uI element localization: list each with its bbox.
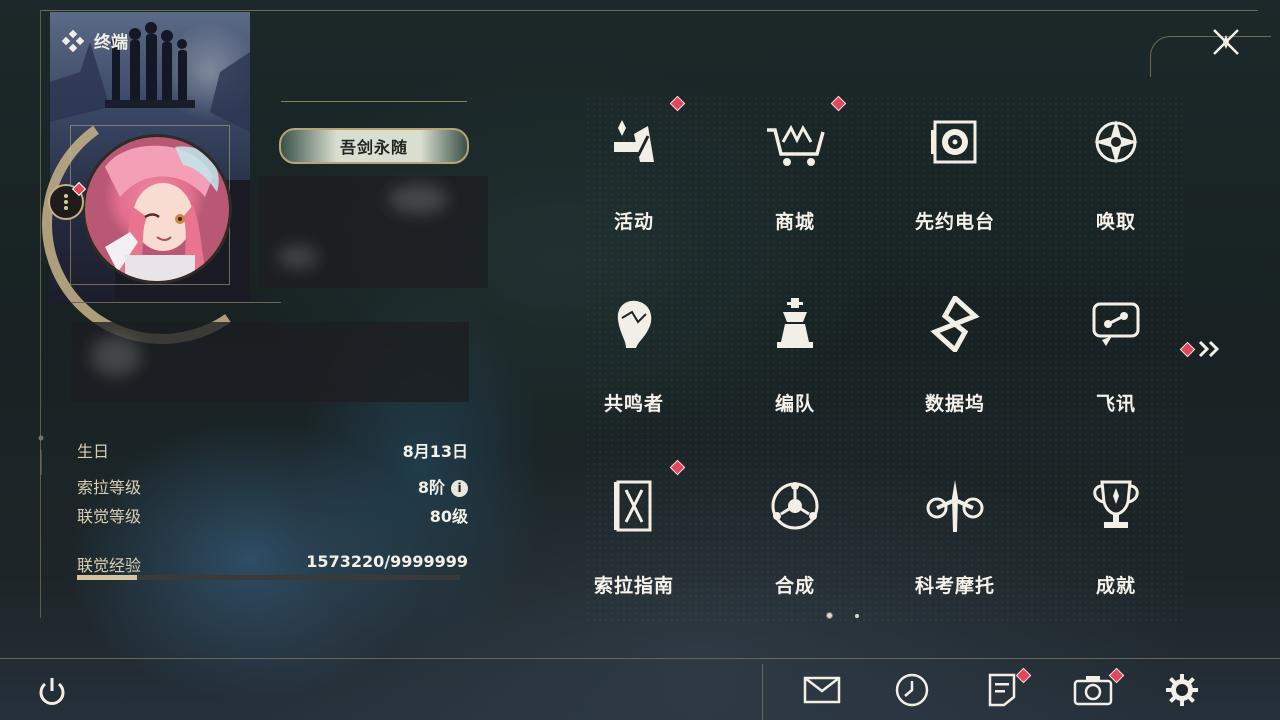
camera-icon bbox=[1073, 676, 1113, 706]
player-name-panel bbox=[258, 176, 488, 288]
stat-label-union-exp: 联觉经验 bbox=[77, 556, 142, 575]
title-divider bbox=[281, 101, 467, 102]
title-badge[interactable]: 吾剑永随 bbox=[279, 128, 469, 164]
menu-item-7[interactable]: 数据坞 bbox=[880, 279, 1030, 429]
menu-item-label: 索拉指南 bbox=[593, 575, 674, 597]
menu-item-5[interactable]: 共鸣者 bbox=[559, 279, 709, 429]
guidebook-icon bbox=[599, 471, 669, 541]
profile-options-button[interactable] bbox=[48, 181, 87, 220]
resonator-icon bbox=[599, 289, 669, 359]
menu-item-2[interactable]: 商城 bbox=[720, 95, 870, 247]
settings-button[interactable] bbox=[1160, 668, 1204, 712]
signature-panel[interactable] bbox=[71, 322, 469, 402]
menu-item-label: 先约电台 bbox=[914, 211, 995, 233]
menu-item-label: 商城 bbox=[774, 211, 815, 233]
menu-item-4[interactable]: 唤取 bbox=[1041, 97, 1191, 247]
activity-icon bbox=[599, 107, 669, 177]
menu-item-6[interactable]: 编队 bbox=[720, 279, 870, 429]
menu-item-label: 成就 bbox=[1095, 575, 1136, 597]
exp-progress-fill bbox=[77, 575, 138, 580]
menu-item-1[interactable]: 活动 bbox=[559, 95, 709, 247]
terminal-icon bbox=[62, 29, 84, 52]
close-icon bbox=[1213, 29, 1239, 55]
motorbike-icon bbox=[920, 471, 990, 541]
exp-progress-bar bbox=[77, 575, 460, 580]
info-icon[interactable]: i bbox=[451, 479, 468, 497]
notes-icon bbox=[988, 673, 1016, 707]
notification-badge bbox=[669, 459, 686, 476]
menu-item-11[interactable]: 科考摩托 bbox=[880, 461, 1030, 611]
shop-cart-icon bbox=[760, 107, 830, 177]
menu-item-10[interactable]: 合成 bbox=[720, 461, 870, 611]
mail-button[interactable] bbox=[800, 668, 844, 712]
terminal-title: 终端 bbox=[94, 33, 128, 53]
message-icon bbox=[1081, 289, 1151, 359]
notification-badge bbox=[830, 95, 847, 112]
stat-value-union-level: 80级 bbox=[429, 507, 468, 526]
menu-item-label: 编队 bbox=[774, 393, 815, 415]
menu-item-label: 数据坞 bbox=[924, 393, 985, 415]
side-ornament bbox=[38, 435, 44, 475]
data-bank-icon bbox=[920, 289, 990, 359]
title-badge-text: 吾剑永随 bbox=[339, 138, 408, 157]
more-vertical-icon bbox=[64, 194, 68, 210]
terminal-header: 终端 bbox=[62, 28, 128, 53]
menu-item-9[interactable]: 索拉指南 bbox=[559, 459, 709, 611]
page-indicator bbox=[826, 612, 859, 619]
double-chevron-right-icon bbox=[1198, 340, 1220, 358]
camera-button[interactable] bbox=[1071, 667, 1125, 712]
menu-item-label: 活动 bbox=[613, 211, 654, 233]
menu-item-label: 飞讯 bbox=[1095, 393, 1136, 415]
close-button[interactable] bbox=[1208, 24, 1244, 60]
menu-item-12[interactable]: 成就 bbox=[1041, 461, 1191, 611]
page-dot-2[interactable] bbox=[855, 613, 859, 618]
clock-button[interactable] bbox=[890, 668, 934, 712]
frame-top-line bbox=[40, 10, 1258, 11]
stat-value-sola-level: 8阶 i bbox=[300, 474, 468, 498]
bottom-bar-divider bbox=[0, 658, 1280, 659]
team-chess-icon bbox=[760, 289, 830, 359]
stat-label-sola-level: 索拉等级 bbox=[77, 478, 142, 497]
mail-icon bbox=[803, 676, 841, 704]
menu-item-label: 共鸣者 bbox=[603, 393, 664, 415]
sola-level-value: 8阶 bbox=[417, 478, 445, 497]
menu-item-label: 合成 bbox=[774, 575, 815, 597]
page-dot-1[interactable] bbox=[826, 612, 833, 619]
player-avatar[interactable] bbox=[82, 134, 232, 284]
stat-label-union-level: 联觉等级 bbox=[77, 507, 142, 526]
notes-button[interactable] bbox=[980, 667, 1032, 712]
power-button[interactable] bbox=[30, 670, 74, 714]
menu-item-8[interactable]: 飞讯 bbox=[1041, 279, 1191, 429]
menu-item-label: 唤取 bbox=[1095, 211, 1136, 233]
stat-value-union-exp: 1573220/9999999 bbox=[306, 552, 468, 571]
settings-gear-icon bbox=[1166, 674, 1198, 706]
convene-icon bbox=[1081, 107, 1151, 177]
stat-label-birthday: 生日 bbox=[77, 442, 110, 461]
power-icon bbox=[39, 678, 65, 705]
clock-icon bbox=[895, 673, 929, 707]
trophy-icon bbox=[1081, 471, 1151, 541]
menu-item-3[interactable]: 先约电台 bbox=[880, 97, 1030, 247]
stat-value-birthday: 8月13日 bbox=[402, 442, 468, 461]
radio-icon bbox=[920, 107, 990, 177]
bottom-bar-separator bbox=[762, 664, 763, 720]
menu-item-label: 科考摩托 bbox=[914, 575, 995, 597]
notification-badge bbox=[669, 95, 686, 112]
synthesis-icon bbox=[760, 471, 830, 541]
profile-divider bbox=[71, 302, 281, 303]
